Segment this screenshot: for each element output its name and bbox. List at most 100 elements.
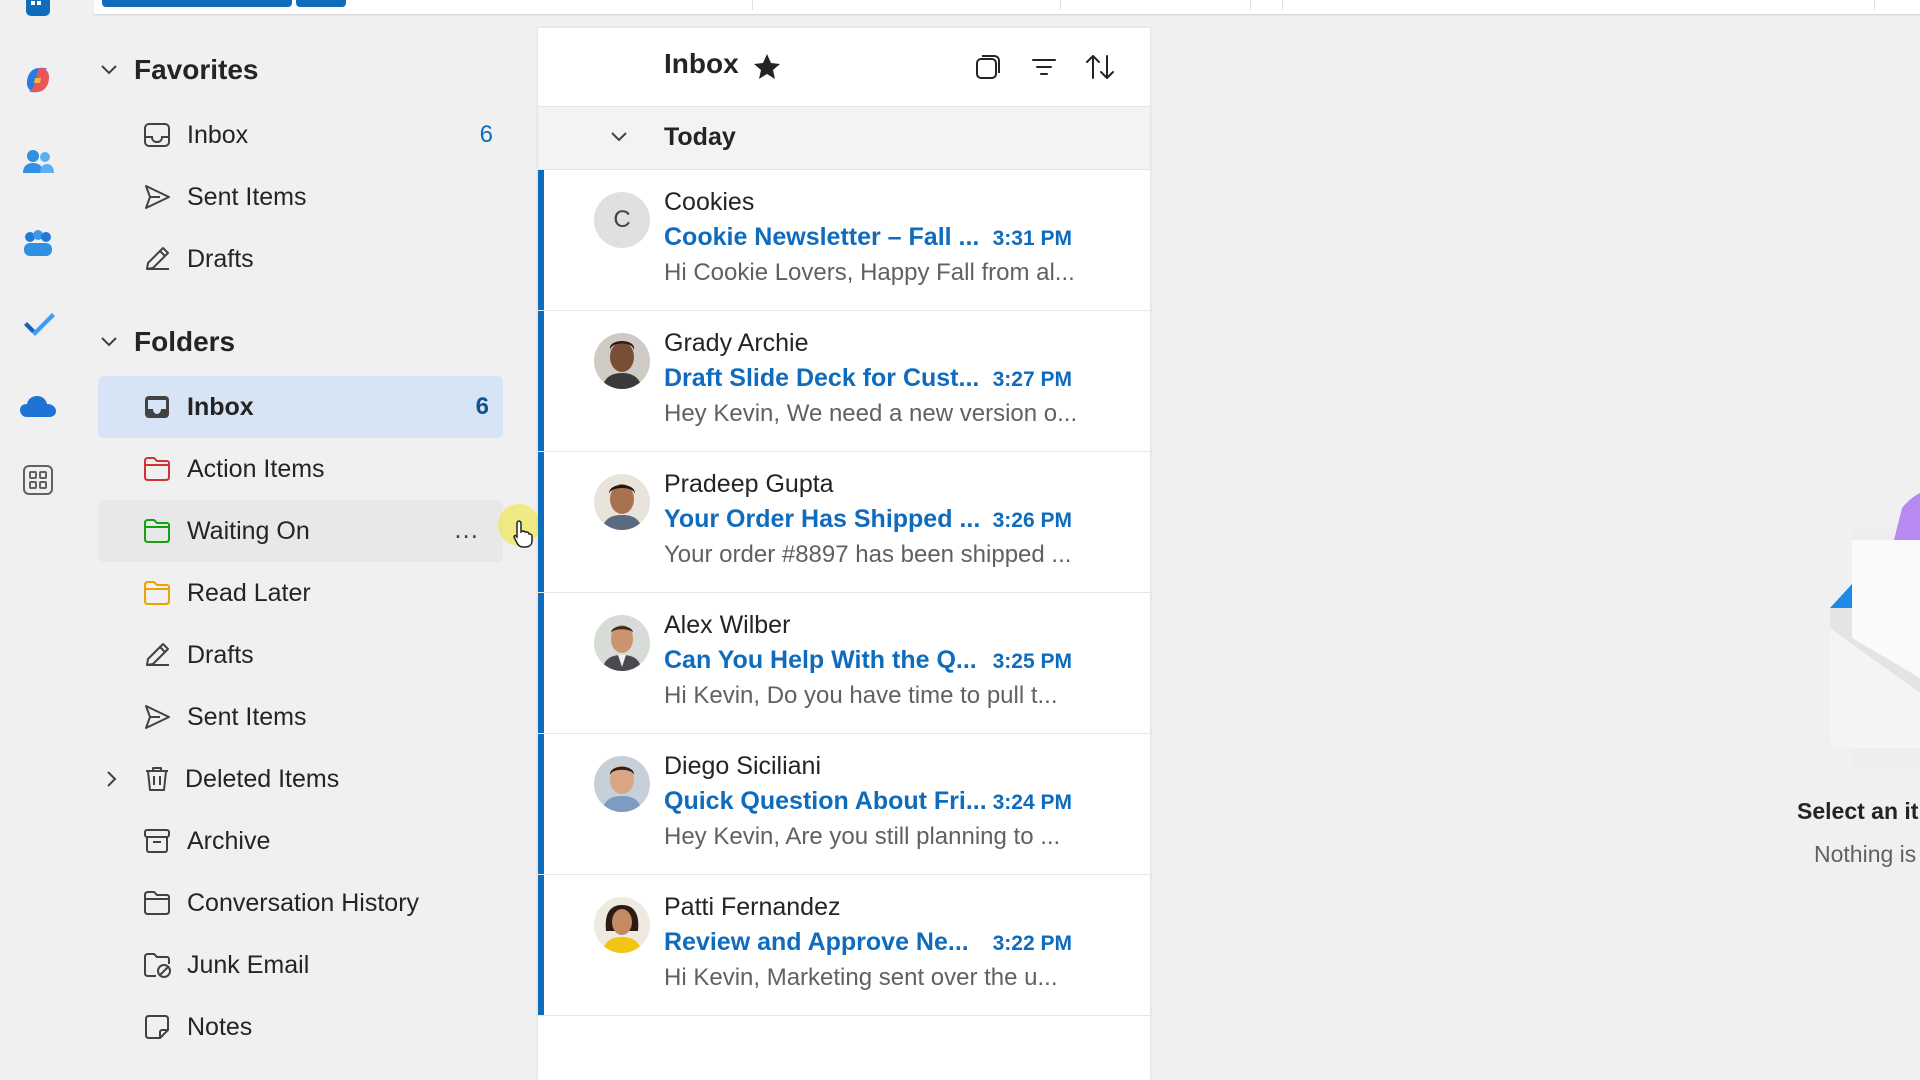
empty-state-subtitle: Nothing is xyxy=(1814,841,1917,867)
avatar xyxy=(594,615,650,671)
message-time: 3:24 PM xyxy=(992,791,1072,814)
message-subject: Cookie Newsletter – Fall ... xyxy=(664,223,980,251)
message-preview: Your order #8897 has been shipped ... xyxy=(664,541,1072,568)
folder-icon xyxy=(142,578,172,608)
drafts-icon xyxy=(142,244,172,274)
message-subject: Can You Help With the Q... xyxy=(664,646,977,674)
folder-item-archive[interactable]: Archive xyxy=(98,810,503,872)
active-tab-dropdown[interactable] xyxy=(296,0,346,7)
avatar xyxy=(594,897,650,953)
message-item[interactable]: C Cookies Cookie Newsletter – Fall ... 3… xyxy=(538,170,1150,311)
people-icon[interactable] xyxy=(16,140,60,184)
active-tab-indicator[interactable] xyxy=(102,0,292,7)
message-item[interactable]: Grady Archie Draft Slide Deck for Cust..… xyxy=(538,311,1150,452)
message-sender: Cookies xyxy=(664,188,755,216)
message-preview: Hey Kevin, Are you still planning to ... xyxy=(664,823,1061,850)
message-list: Inbox Today C Cookies Cookie Newsletter … xyxy=(538,28,1150,1080)
folder-icon xyxy=(142,516,172,546)
junk-icon xyxy=(142,950,172,980)
favorites-title: Favorites xyxy=(134,54,259,85)
chevron-down-icon[interactable] xyxy=(608,125,630,152)
folder-item-drafts[interactable]: Drafts xyxy=(98,624,503,686)
folder-label: Action Items xyxy=(187,454,325,483)
inbox-icon xyxy=(142,120,172,150)
folder-label: Conversation History xyxy=(187,888,420,917)
unread-indicator xyxy=(538,170,544,310)
more-options-button[interactable]: ... xyxy=(454,514,479,545)
folder-label: Inbox xyxy=(187,120,249,149)
folder-item-conversation-history[interactable]: Conversation History xyxy=(98,872,503,934)
unread-indicator xyxy=(538,311,544,451)
message-subject: Your Order Has Shipped ... xyxy=(664,505,981,533)
select-icon[interactable] xyxy=(970,49,1006,85)
chevron-down-icon[interactable] xyxy=(96,57,122,83)
message-sender: Patti Fernandez xyxy=(664,893,841,921)
filter-icon[interactable] xyxy=(1026,49,1062,85)
message-sender: Grady Archie xyxy=(664,329,809,357)
send-icon xyxy=(142,182,172,212)
avatar xyxy=(594,474,650,530)
todo-icon[interactable] xyxy=(16,302,60,346)
message-item[interactable]: Patti Fernandez Review and Approve Ne...… xyxy=(538,875,1150,1016)
message-item[interactable]: Diego Siciliani Quick Question About Fri… xyxy=(538,734,1150,875)
folder-label: Read Later xyxy=(187,578,311,607)
folder-item-sent-items[interactable]: Sent Items xyxy=(98,686,503,748)
folder-item-deleted-items[interactable]: Deleted Items xyxy=(98,748,503,810)
unread-indicator xyxy=(538,593,544,733)
folder-label: Deleted Items xyxy=(185,764,340,793)
archive-icon xyxy=(142,826,172,856)
message-item[interactable]: Pradeep Gupta Your Order Has Shipped ...… xyxy=(538,452,1150,593)
groups-icon[interactable] xyxy=(16,222,60,266)
chevron-down-icon[interactable] xyxy=(96,329,122,355)
folder-icon xyxy=(142,888,172,918)
trash-icon xyxy=(142,764,172,794)
message-sender: Alex Wilber xyxy=(664,611,791,639)
folders-header[interactable]: Folders xyxy=(96,322,235,362)
folder-label: Junk Email xyxy=(187,950,310,979)
copilot-icon[interactable] xyxy=(16,58,60,102)
folder-icon xyxy=(142,454,172,484)
favorites-header[interactable]: Favorites xyxy=(96,50,259,90)
divider xyxy=(1874,0,1875,10)
message-item[interactable]: Alex Wilber Can You Help With the Q... 3… xyxy=(538,593,1150,734)
message-time: 3:22 PM xyxy=(992,932,1072,955)
favorites-item-sent-items[interactable]: Sent Items xyxy=(98,166,503,228)
message-preview: Hi Cookie Lovers, Happy Fall from al... xyxy=(664,259,1075,286)
message-subject: Draft Slide Deck for Cust... xyxy=(664,364,980,392)
message-time: 3:25 PM xyxy=(992,650,1072,673)
star-icon[interactable] xyxy=(752,52,782,87)
group-header-today[interactable]: Today xyxy=(538,107,1150,170)
message-list-title: Inbox xyxy=(664,48,739,79)
drafts-icon xyxy=(142,640,172,670)
avatar xyxy=(594,756,650,812)
message-time: 3:31 PM xyxy=(992,227,1072,250)
favorites-item-drafts[interactable]: Drafts xyxy=(98,228,503,290)
calendar-icon[interactable] xyxy=(16,0,60,26)
folder-label: Waiting On xyxy=(187,516,310,545)
unread-count: 6 xyxy=(475,393,489,420)
chevron-right-icon[interactable] xyxy=(98,766,124,792)
group-label: Today xyxy=(664,123,736,151)
divider xyxy=(1060,0,1061,10)
folder-item-action-items[interactable]: Action Items xyxy=(98,438,503,500)
inbox-icon xyxy=(142,392,172,422)
folder-item-read-later[interactable]: Read Later xyxy=(98,562,503,624)
folder-item-inbox[interactable]: Inbox 6 xyxy=(98,376,503,438)
message-sender: Pradeep Gupta xyxy=(664,470,834,498)
folder-label: Sent Items xyxy=(187,702,307,731)
divider xyxy=(1250,0,1251,10)
reading-pane: Select an it Nothing is xyxy=(1152,28,1920,1080)
divider xyxy=(752,0,753,10)
folder-label: Notes xyxy=(187,1012,253,1041)
onedrive-icon[interactable] xyxy=(16,384,60,428)
folder-item-notes[interactable]: Notes xyxy=(98,996,503,1058)
folder-item-junk-email[interactable]: Junk Email xyxy=(98,934,503,996)
more-apps-icon[interactable] xyxy=(16,458,60,502)
sort-icon[interactable] xyxy=(1082,49,1118,85)
folder-item-waiting-on[interactable]: Waiting On ... xyxy=(98,500,503,562)
folder-pane: Favorites Inbox 6 Sent Items Drafts Fold… xyxy=(80,14,540,1080)
unread-indicator xyxy=(538,875,544,1015)
message-time: 3:26 PM xyxy=(992,509,1072,532)
folder-label: Sent Items xyxy=(187,182,307,211)
favorites-item-inbox[interactable]: Inbox 6 xyxy=(98,104,503,166)
